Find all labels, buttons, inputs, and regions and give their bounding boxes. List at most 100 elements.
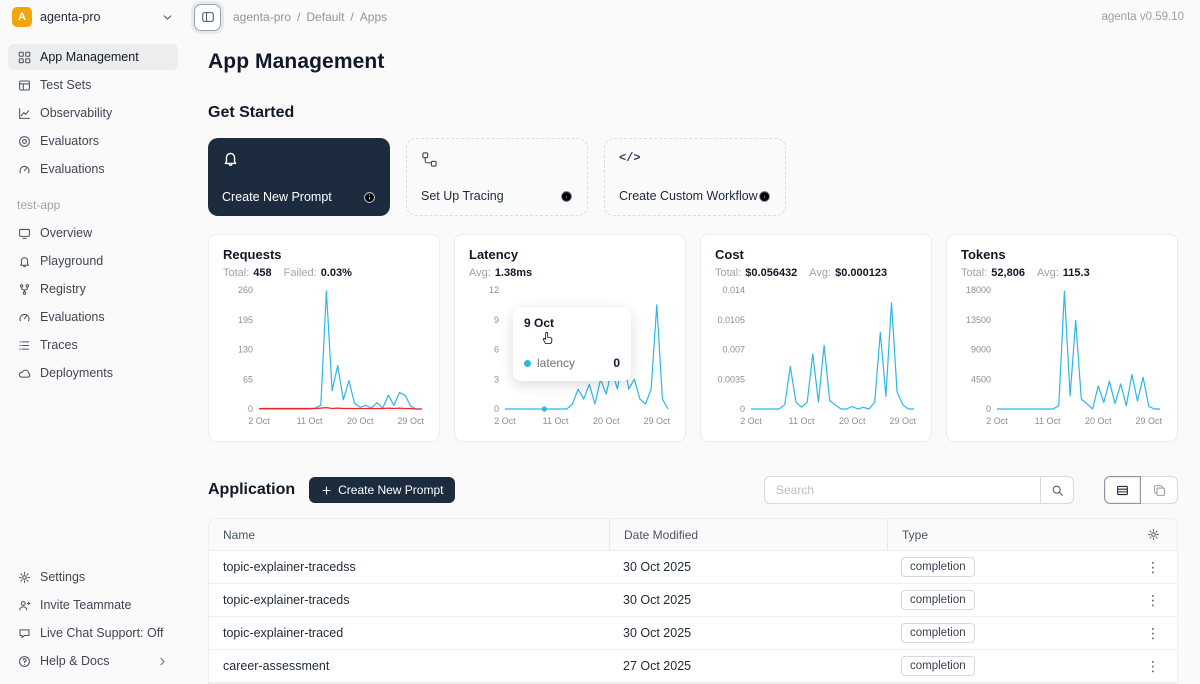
sidebar-item-app-evaluations[interactable]: Evaluations [8, 304, 178, 330]
svg-text:11 Oct: 11 Oct [297, 416, 323, 426]
sidebar-item-label: App Management [40, 50, 139, 64]
list-tree-icon [17, 338, 31, 352]
type-badge: completion [901, 590, 975, 611]
sidebar-item-overview[interactable]: Overview [8, 220, 178, 246]
table-settings-icon[interactable] [1129, 519, 1177, 550]
column-header-name[interactable]: Name [209, 519, 609, 550]
column-header-date-modified[interactable]: Date Modified [609, 519, 887, 550]
info-icon[interactable] [758, 190, 771, 203]
row-menu-icon[interactable]: ⋮ [1129, 559, 1177, 576]
app-date-modified: 30 Oct 2025 [609, 626, 887, 640]
svg-text:2 Oct: 2 Oct [494, 416, 516, 426]
page-content: App Management Get Started Create New Pr… [186, 34, 1200, 684]
workspace-selector[interactable]: A agenta-pro [8, 0, 178, 34]
sidebar-item-evaluators[interactable]: Evaluators [8, 128, 178, 154]
sidebar-item-label: Evaluators [40, 134, 99, 148]
row-menu-icon[interactable]: ⋮ [1129, 658, 1177, 675]
sidebar-item-registry[interactable]: Registry [8, 276, 178, 302]
svg-text:20 Oct: 20 Oct [1085, 416, 1112, 426]
card-view-button[interactable] [1141, 476, 1178, 504]
breadcrumb-item[interactable]: Apps [360, 10, 387, 24]
table-view-icon [1116, 484, 1129, 497]
app-name: topic-explainer-tracedss [209, 560, 609, 574]
table-row[interactable]: topic-explainer-traceds 30 Oct 2025 comp… [209, 584, 1177, 617]
sidebar-item-app-management[interactable]: App Management [8, 44, 178, 70]
gauge-icon [17, 162, 31, 176]
sidebar-item-help-docs[interactable]: Help & Docs [8, 648, 178, 674]
sidebar-item-label: Evaluations [40, 310, 105, 324]
sidebar-item-live-chat[interactable]: Live Chat Support: Off [8, 620, 178, 646]
svg-text:29 Oct: 29 Oct [644, 416, 671, 426]
sidebar-item-label: Registry [40, 282, 86, 296]
create-new-prompt-card[interactable]: Create New Prompt [208, 138, 390, 216]
tooltip-value: 0 [605, 356, 620, 370]
breadcrumb-item[interactable]: Default [306, 10, 344, 24]
set-up-tracing-card[interactable]: Set Up Tracing [406, 138, 588, 216]
sidebar-item-playground[interactable]: Playground [8, 248, 178, 274]
svg-text:11 Oct: 11 Oct [1035, 416, 1061, 426]
svg-text:0: 0 [248, 404, 253, 414]
tooltip-series-label: latency [537, 356, 575, 370]
sidebar-toggle-button[interactable] [194, 4, 221, 31]
search-button[interactable] [1040, 476, 1074, 504]
sidebar-item-observability[interactable]: Observability [8, 100, 178, 126]
svg-text:260: 260 [238, 285, 253, 295]
sidebar-item-invite-teammate[interactable]: Invite Teammate [8, 592, 178, 618]
chart-title: Requests [223, 247, 425, 262]
table-row[interactable]: topic-explainer-traced 30 Oct 2025 compl… [209, 617, 1177, 650]
sidebar-item-label: Test Sets [40, 78, 91, 92]
svg-text:4500: 4500 [971, 374, 991, 384]
column-header-type[interactable]: Type [887, 519, 1129, 550]
apps-table: Name Date Modified Type topic-explainer-… [208, 518, 1178, 684]
sidebar-item-deployments[interactable]: Deployments [8, 360, 178, 386]
chart-stats: Avg:1.38ms [469, 267, 671, 279]
table-row[interactable]: topic-explainer-tracedss 30 Oct 2025 com… [209, 551, 1177, 584]
row-menu-icon[interactable]: ⋮ [1129, 592, 1177, 609]
target-icon [17, 134, 31, 148]
create-new-prompt-button[interactable]: Create New Prompt [309, 477, 455, 503]
search-input[interactable] [764, 476, 1040, 504]
sidebar-item-traces[interactable]: Traces [8, 332, 178, 358]
svg-text:20 Oct: 20 Oct [593, 416, 620, 426]
svg-text:0: 0 [740, 404, 745, 414]
sidebar-item-label: Deployments [40, 366, 113, 380]
app-date-modified: 30 Oct 2025 [609, 593, 887, 607]
svg-text:20 Oct: 20 Oct [839, 416, 866, 426]
svg-text:0.0105: 0.0105 [717, 315, 745, 325]
svg-text:18000: 18000 [966, 285, 991, 295]
search-group [764, 476, 1074, 504]
info-icon[interactable] [560, 190, 573, 203]
bell-icon [17, 254, 31, 268]
main-area: agenta-pro / Default / Apps agenta v0.59… [186, 0, 1200, 684]
get-started-title: Get Started [208, 104, 1178, 122]
view-toggle [1104, 476, 1178, 504]
legend-dot [524, 360, 531, 367]
topbar: agenta-pro / Default / Apps agenta v0.59… [186, 0, 1200, 34]
application-header: Application Create New Prompt [208, 476, 1178, 504]
chevron-right-icon [155, 654, 169, 668]
svg-text:0: 0 [986, 404, 991, 414]
tokens-chart-canvas[interactable]: 04500900013500180002 Oct11 Oct20 Oct29 O… [961, 283, 1165, 429]
breadcrumb-item[interactable]: agenta-pro [233, 10, 291, 24]
requests-chart-canvas[interactable]: 0651301952602 Oct11 Oct20 Oct29 Oct [223, 283, 427, 429]
svg-text:65: 65 [243, 374, 253, 384]
latency-chart-card: Latency Avg:1.38ms 0369122 Oct11 Oct20 O… [454, 234, 686, 442]
svg-text:195: 195 [238, 315, 253, 325]
gauge-icon [17, 310, 31, 324]
page-title: App Management [208, 50, 1178, 74]
svg-text:0.014: 0.014 [722, 285, 745, 295]
chart-title: Cost [715, 247, 917, 262]
sidebar-item-label: Invite Teammate [40, 598, 131, 612]
row-menu-icon[interactable]: ⋮ [1129, 625, 1177, 642]
table-row[interactable]: career-assessment 27 Oct 2025 completion… [209, 650, 1177, 683]
cost-chart-canvas[interactable]: 00.00350.0070.01050.0142 Oct11 Oct20 Oct… [715, 283, 919, 429]
create-custom-workflow-card[interactable]: </> Create Custom Workflow [604, 138, 786, 216]
latency-tooltip: 9 Oct latency 0 [513, 307, 631, 381]
info-icon[interactable] [363, 191, 376, 204]
sidebar-item-test-sets[interactable]: Test Sets [8, 72, 178, 98]
table-view-button[interactable] [1104, 476, 1141, 504]
sidebar: A agenta-pro App Management Test Sets Ob… [0, 0, 186, 684]
sidebar-item-evaluations[interactable]: Evaluations [8, 156, 178, 182]
branch-icon [17, 282, 31, 296]
sidebar-item-settings[interactable]: Settings [8, 564, 178, 590]
